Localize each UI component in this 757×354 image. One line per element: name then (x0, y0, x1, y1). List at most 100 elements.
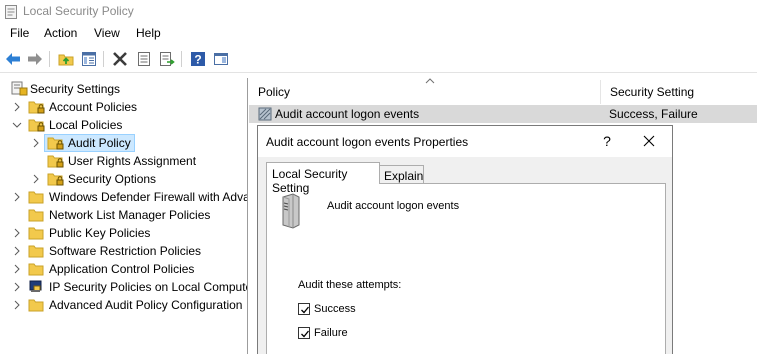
svg-text:?: ? (194, 53, 201, 67)
export-list-button[interactable] (158, 50, 176, 68)
up-folder-icon (58, 54, 74, 66)
security-settings-icon (11, 81, 28, 96)
console-tree: Security Settings Account Policies Local… (0, 78, 248, 354)
column-header-label: Security Setting (610, 85, 695, 99)
tree-item-label: Account Policies (49, 100, 138, 114)
properties-dialog: Audit account logon events Properties ? … (257, 125, 673, 354)
tree-item-label: IP Security Policies on Local Compute (49, 280, 248, 294)
tree-item-label: Security Options (68, 172, 157, 186)
tree-item-label: User Rights Assignment (68, 154, 197, 168)
security-policy-app-icon (5, 5, 17, 19)
chevron-right-icon[interactable] (12, 263, 22, 275)
folder-icon (28, 191, 44, 204)
console-pane-icon (214, 53, 228, 65)
success-label[interactable]: Success (314, 303, 356, 315)
dialog-help-button[interactable]: ? (600, 133, 614, 149)
console-pane-button[interactable] (212, 50, 230, 68)
chevron-right-icon[interactable] (31, 173, 41, 185)
chevron-right-icon[interactable] (12, 299, 22, 311)
folder-lock-icon (47, 173, 64, 186)
toolbar-separator (181, 51, 182, 67)
security-setting-cell: Success, Failure (609, 107, 698, 121)
table-row[interactable]: Audit account logon events Success, Fail… (249, 105, 757, 123)
chevron-right-icon[interactable] (12, 101, 22, 113)
close-icon[interactable] (643, 135, 655, 147)
tree-item-label: Advanced Audit Policy Configuration (49, 298, 243, 312)
menu-action[interactable]: Action (44, 26, 77, 40)
tree-item-network-list-manager[interactable]: Network List Manager Policies (0, 206, 247, 224)
chevron-right-icon[interactable] (12, 245, 22, 257)
tree-root[interactable]: Security Settings (0, 80, 247, 98)
tab-label: Explain (384, 169, 424, 183)
folder-lock-icon (28, 119, 45, 132)
tab-label: Local Security Setting (272, 167, 348, 195)
back-icon (6, 53, 20, 65)
menu-file[interactable]: File (10, 26, 29, 40)
tree-item-ip-security-policies[interactable]: IP Security Policies on Local Compute (0, 278, 248, 296)
column-header-label: Policy (258, 85, 291, 99)
folder-icon (28, 299, 44, 312)
toolbar-separator (103, 51, 104, 67)
checkmark-icon (301, 330, 310, 338)
failure-checkbox[interactable] (298, 327, 310, 339)
menu-view[interactable]: View (94, 26, 120, 40)
tree-item-user-rights-assignment[interactable]: User Rights Assignment (0, 152, 247, 170)
tree-item-advanced-audit-policy[interactable]: Advanced Audit Policy Configuration (0, 296, 247, 314)
tab-explain[interactable]: Explain (380, 165, 424, 184)
tree-item-application-control-policies[interactable]: Application Control Policies (0, 260, 247, 278)
folder-icon (28, 263, 44, 276)
forward-button[interactable] (26, 50, 44, 68)
tree-item-software-restriction-policies[interactable]: Software Restriction Policies (0, 242, 247, 260)
tree-root-label: Security Settings (30, 82, 121, 96)
column-header-policy[interactable]: Policy (249, 80, 601, 104)
policy-name-cell: Audit account logon events (275, 107, 420, 121)
tab-panel: Audit account logon events Audit these a… (266, 183, 666, 354)
policy-item-icon (258, 107, 272, 121)
up-folder-button[interactable] (57, 50, 75, 68)
folder-icon (28, 209, 44, 222)
window-title: Local Security Policy (23, 4, 134, 18)
toolbar: ? (0, 45, 757, 73)
chevron-down-icon[interactable] (12, 119, 22, 131)
tab-local-security-setting[interactable]: Local Security Setting (266, 162, 380, 195)
tree-item-public-key-policies[interactable]: Public Key Policies (0, 224, 247, 242)
chevron-right-icon[interactable] (31, 137, 41, 149)
delete-icon (113, 52, 127, 66)
help-icon: ? (191, 52, 205, 67)
tree-item-windows-defender-firewall[interactable]: Windows Defender Firewall with Adva (0, 188, 247, 206)
show-tree-button[interactable] (80, 50, 98, 68)
tree-item-local-policies[interactable]: Local Policies (0, 116, 247, 134)
success-checkbox[interactable] (298, 303, 310, 315)
toolbar-separator (49, 51, 50, 67)
menu-help[interactable]: Help (136, 26, 161, 40)
ip-security-shield-icon (29, 280, 42, 292)
folder-lock-icon (47, 155, 64, 168)
tree-item-label: Audit Policy (68, 136, 131, 150)
delete-button[interactable] (111, 50, 129, 68)
failure-label[interactable]: Failure (314, 327, 348, 339)
chevron-right-icon[interactable] (12, 281, 22, 293)
folder-icon (28, 227, 44, 240)
menu-bar: File Action View Help (0, 23, 757, 44)
tree-item-label: Network List Manager Policies (49, 208, 211, 222)
chevron-right-icon[interactable] (12, 191, 22, 203)
help-button[interactable]: ? (189, 50, 207, 68)
dialog-title-bar[interactable]: Audit account logon events Properties ? (258, 126, 672, 157)
tree-item-audit-policy[interactable]: Audit Policy (0, 134, 247, 152)
forward-icon (28, 53, 42, 65)
tree-item-label: Local Policies (49, 118, 123, 132)
audit-attempts-label: Audit these attempts: (298, 279, 402, 291)
tree-item-label: Public Key Policies (49, 226, 151, 240)
title-bar: Local Security Policy (0, 0, 757, 23)
tree-item-account-policies[interactable]: Account Policies (0, 98, 247, 116)
properties-button[interactable] (135, 50, 153, 68)
tree-item-label: Application Control Policies (49, 262, 195, 276)
tree-item-security-options[interactable]: Security Options (0, 170, 247, 188)
folder-lock-icon (47, 137, 64, 150)
export-list-icon (160, 52, 175, 66)
tree-item-label: Software Restriction Policies (49, 244, 202, 258)
chevron-right-icon[interactable] (12, 227, 22, 239)
back-button[interactable] (4, 50, 22, 68)
show-tree-icon (82, 52, 96, 66)
column-header-security-setting[interactable]: Security Setting (601, 80, 757, 104)
